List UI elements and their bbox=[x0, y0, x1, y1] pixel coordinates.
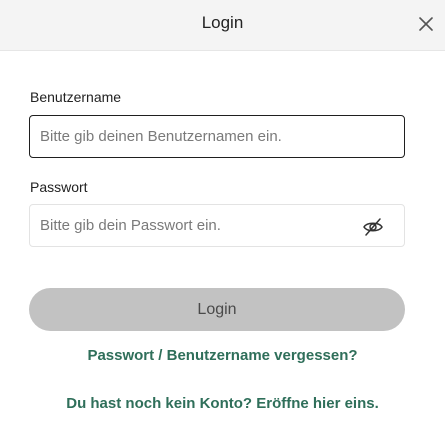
dialog-header: Login bbox=[0, 0, 445, 51]
login-dialog: Login Benutzername Passwort Login Passwo… bbox=[0, 0, 445, 422]
close-icon[interactable] bbox=[417, 15, 435, 33]
password-label: Passwort bbox=[30, 179, 88, 195]
login-button[interactable]: Login bbox=[29, 288, 405, 331]
password-field-container bbox=[29, 204, 405, 247]
username-label: Benutzername bbox=[30, 89, 122, 105]
username-input[interactable] bbox=[40, 116, 360, 157]
username-field-container bbox=[29, 115, 405, 158]
eye-slash-icon[interactable] bbox=[362, 216, 384, 238]
forgot-credentials-link[interactable]: Passwort / Benutzername vergessen? bbox=[0, 347, 445, 364]
password-input[interactable] bbox=[40, 205, 360, 246]
dialog-title: Login bbox=[201, 13, 244, 32]
register-link[interactable]: Du hast noch kein Konto? Eröffne hier ei… bbox=[0, 395, 445, 412]
